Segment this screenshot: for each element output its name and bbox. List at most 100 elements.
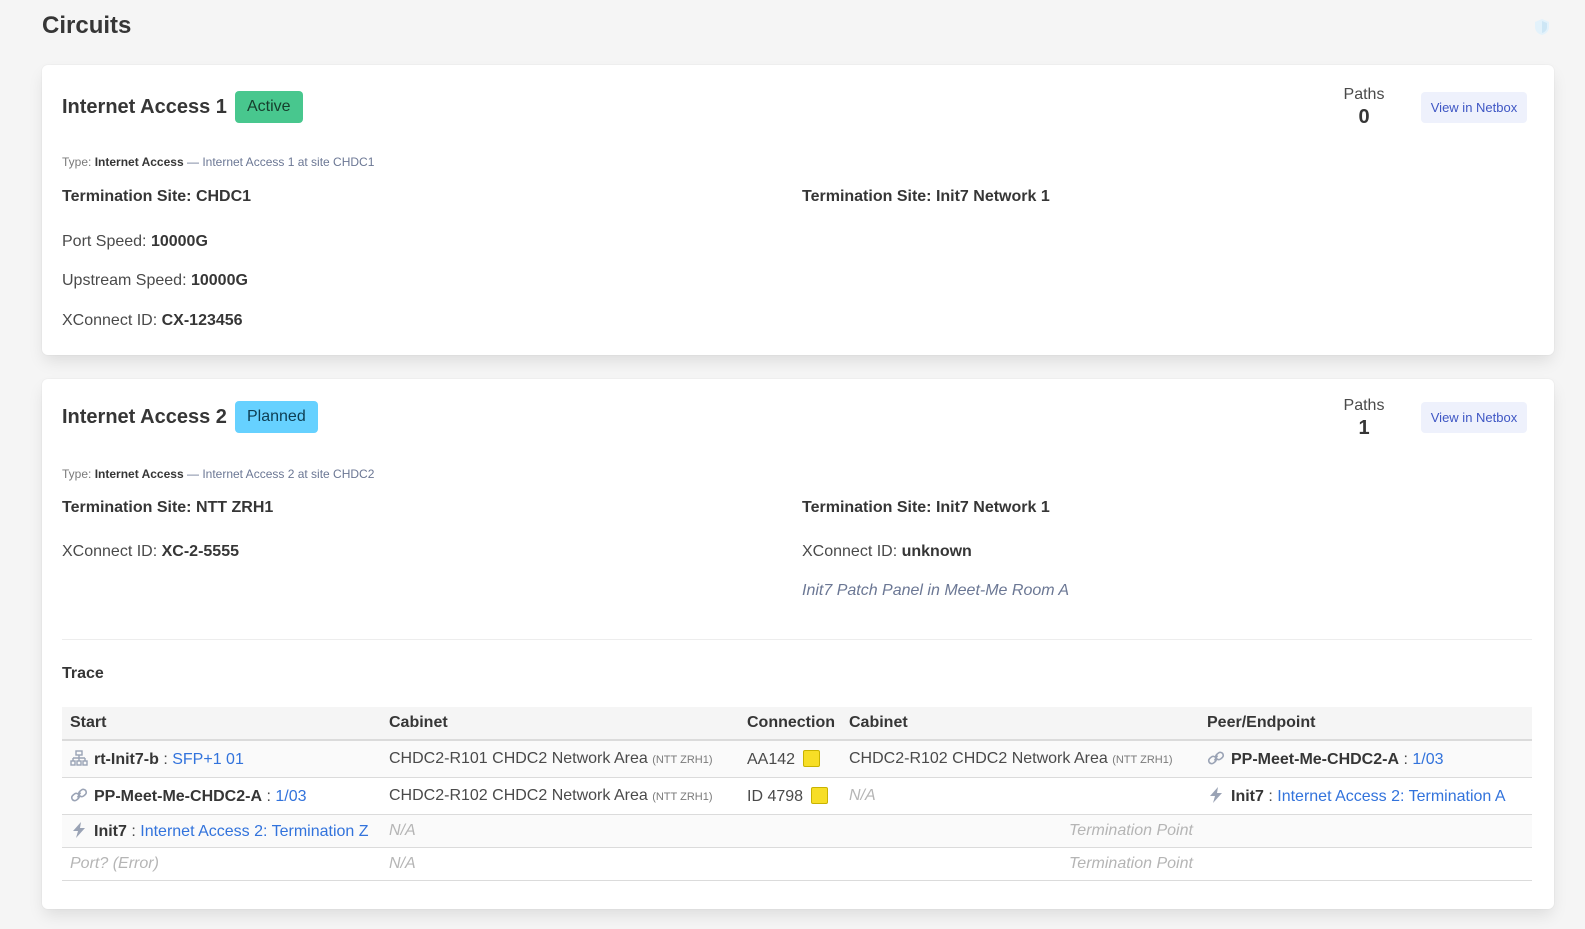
trace-table: Start Cabinet Connection Cabinet Peer/En…	[62, 707, 1532, 881]
paths-label: Paths	[1343, 86, 1385, 103]
xconnect-value: XC-2-5555	[161, 543, 239, 560]
connection-cell: AA142	[747, 750, 821, 769]
xconnect-value: CX-123456	[161, 312, 243, 329]
cable-id: ID 4798	[747, 788, 804, 805]
view-in-netbox-button[interactable]: View in Netbox	[1421, 402, 1527, 433]
endpoint-name: PP-Meet-Me-CHDC2-A	[1231, 751, 1400, 768]
divider	[62, 639, 1532, 640]
bolt-icon	[1210, 787, 1222, 803]
type-label: Type:	[62, 467, 92, 481]
circuit-card: Internet Access 1 Active Paths 0 View in…	[42, 65, 1554, 355]
xconnect-id-z: XConnect ID: unknown	[802, 543, 972, 561]
port-speed: Port Speed: 10000G	[62, 233, 208, 251]
circuit-card: Internet Access 2 Planned Paths 1 View i…	[42, 379, 1554, 909]
circuit-description: — Internet Access 1 at site CHDC1	[186, 155, 375, 169]
cable-color-swatch	[803, 750, 821, 767]
termination-z-note: Init7 Patch Panel in Meet-Me Room A	[802, 582, 1070, 599]
endpoint-port-link[interactable]: 1/03	[1412, 751, 1443, 768]
circuit-title: Internet Access 1	[62, 96, 227, 118]
device-name: Init7	[94, 823, 127, 840]
upstream-speed: Upstream Speed: 10000G	[62, 272, 248, 290]
separator: :	[131, 823, 136, 840]
view-in-netbox-button[interactable]: View in Netbox	[1421, 92, 1527, 123]
circuit-description: — Internet Access 2 at site CHDC2	[186, 467, 375, 481]
termination-a-site: Termination Site: NTT ZRH1	[62, 499, 274, 516]
paths-value: 1	[1358, 417, 1370, 439]
network-icon	[70, 750, 88, 766]
xconnect-value: unknown	[901, 543, 972, 560]
cabinet-cell: N/A	[389, 822, 416, 839]
port-speed-value: 10000G	[150, 233, 208, 250]
cabinet-name: CHDC2-R102 CHDC2 Network Area	[849, 750, 1108, 767]
link-icon	[70, 788, 88, 802]
table-row: PP-Meet-Me-CHDC2-A : 1/03 CHDC2-R102 CHD…	[62, 778, 1532, 815]
port-link[interactable]: 1/03	[275, 788, 306, 805]
column-header-cabinet: Cabinet	[389, 714, 448, 731]
xconnect-id: XConnect ID: CX-123456	[62, 312, 243, 330]
endpoint-name: Init7	[1231, 788, 1264, 805]
xconnect-label: XConnect ID:	[62, 312, 158, 329]
link-icon	[1207, 751, 1225, 765]
device-name: PP-Meet-Me-CHDC2-A	[94, 788, 263, 805]
column-header-cabinet: Cabinet	[849, 714, 908, 731]
start-cell: PP-Meet-Me-CHDC2-A : 1/03	[70, 787, 307, 806]
trace-title: Trace	[62, 665, 104, 682]
upstream-speed-label: Upstream Speed:	[62, 272, 187, 289]
termination-z-site: Termination Site: Init7 Network 1	[802, 499, 1050, 516]
cabinet-site: (NTT ZRH1)	[1112, 754, 1173, 766]
xconnect-id-a: XConnect ID: XC-2-5555	[62, 543, 239, 561]
type-value: Internet Access	[94, 155, 184, 169]
circuit-title: Internet Access 2	[62, 406, 227, 428]
table-row: Init7 : Internet Access 2: Termination Z…	[62, 815, 1532, 848]
cabinet-cell: N/A	[389, 855, 416, 872]
termination-z-site: Termination Site: Init7 Network 1	[802, 188, 1050, 205]
status-badge: Planned	[235, 401, 318, 433]
paths-counter: Paths 0	[1334, 86, 1394, 129]
page-title: Circuits	[42, 12, 132, 39]
cabinet-site: (NTT ZRH1)	[652, 791, 713, 803]
separator: :	[1268, 788, 1273, 805]
cabinet-cell: CHDC2-R101 CHDC2 Network Area (NTT ZRH1)	[389, 750, 713, 768]
circuit-type: Type: Internet Access — Internet Access …	[62, 467, 374, 481]
column-header-peer-endpoint: Peer/Endpoint	[1207, 714, 1316, 731]
device-name: rt-Init7-b	[94, 751, 159, 768]
endpoint-port-link[interactable]: Internet Access 2: Termination A	[1277, 788, 1505, 805]
table-row: Port? (Error) N/A Termination Point	[62, 848, 1532, 881]
separator: :	[266, 788, 271, 805]
port-link[interactable]: Internet Access 2: Termination Z	[140, 823, 368, 840]
endpoint-cell: Init7 : Internet Access 2: Termination A	[1207, 787, 1506, 806]
type-label: Type:	[62, 155, 92, 169]
port-link[interactable]: SFP+1 01	[172, 751, 244, 768]
connection-cell: ID 4798	[747, 787, 829, 806]
port-speed-label: Port Speed:	[62, 233, 147, 250]
termination-a-site: Termination Site: CHDC1	[62, 188, 252, 205]
cabinet-name: CHDC2-R102 CHDC2 Network Area	[389, 787, 648, 804]
cabinet-cell: N/A	[849, 787, 876, 804]
cabinet-cell: CHDC2-R102 CHDC2 Network Area (NTT ZRH1)	[389, 787, 713, 805]
start-cell-error: Port? (Error)	[70, 855, 159, 872]
termination-point-label: Termination Point	[1069, 822, 1193, 839]
upstream-speed-value: 10000G	[190, 272, 248, 289]
cable-color-swatch	[811, 787, 829, 804]
circuit-type: Type: Internet Access — Internet Access …	[62, 155, 374, 169]
type-value: Internet Access	[94, 467, 184, 481]
status-badge: Active	[235, 91, 303, 123]
separator: :	[163, 751, 168, 768]
trace-table-header: Start Cabinet Connection Cabinet Peer/En…	[62, 707, 1532, 741]
endpoint-cell: PP-Meet-Me-CHDC2-A : 1/03	[1207, 750, 1444, 769]
cabinet-cell: CHDC2-R102 CHDC2 Network Area (NTT ZRH1)	[849, 750, 1173, 768]
cabinet-name: CHDC2-R101 CHDC2 Network Area	[389, 750, 648, 767]
column-header-start: Start	[70, 714, 107, 731]
separator: :	[1403, 751, 1408, 768]
shield-icon	[1535, 19, 1549, 35]
paths-counter: Paths 1	[1334, 397, 1394, 440]
start-cell: Init7 : Internet Access 2: Termination Z	[70, 822, 369, 841]
paths-value: 0	[1358, 106, 1370, 128]
start-cell: rt-Init7-b : SFP+1 01	[70, 750, 244, 769]
cabinet-site: (NTT ZRH1)	[652, 754, 713, 766]
xconnect-label: XConnect ID:	[802, 543, 898, 560]
column-header-connection: Connection	[747, 714, 835, 731]
cable-id: AA142	[747, 751, 796, 768]
paths-label: Paths	[1343, 397, 1385, 414]
termination-point-label: Termination Point	[1069, 855, 1193, 872]
